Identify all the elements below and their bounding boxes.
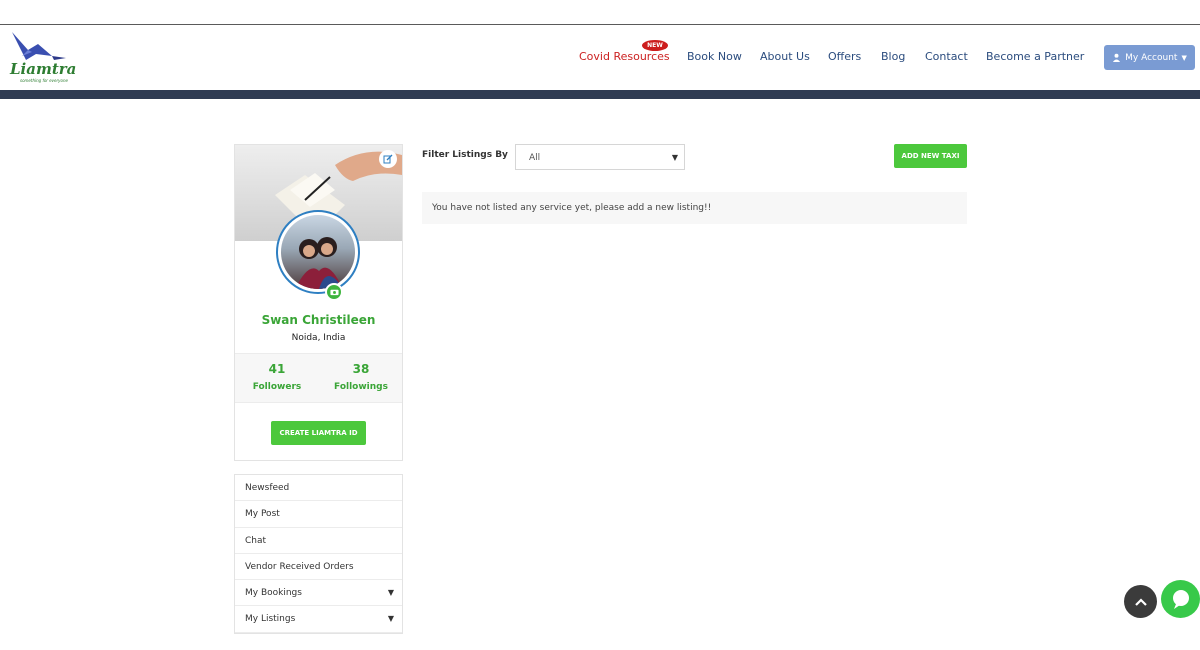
edit-icon: [383, 154, 393, 164]
avatar[interactable]: [276, 210, 360, 294]
my-account-button[interactable]: My Account ▼: [1104, 45, 1195, 70]
create-liamtra-id-button[interactable]: CREATE LIAMTRA ID: [271, 421, 366, 445]
chevron-down-icon: ▼: [387, 614, 394, 624]
followers-stat[interactable]: 41 Followers: [235, 362, 319, 392]
logo-text[interactable]: Liamtra: [10, 60, 76, 78]
profile-name: Swan Christileen: [261, 313, 376, 327]
sidebar-item-label: Newsfeed: [245, 483, 290, 493]
chevron-down-icon: ▼: [1181, 53, 1187, 62]
change-photo-button[interactable]: [325, 283, 343, 301]
sidebar-item-vendor-orders[interactable]: Vendor Received Orders: [235, 554, 402, 581]
nav-book-now[interactable]: Book Now: [687, 50, 742, 63]
add-new-taxi-button[interactable]: ADD NEW TAXI: [894, 144, 967, 168]
profile-card: Swan Christileen Noida, India 41 Followe…: [234, 144, 403, 461]
avatar-photo: [281, 215, 355, 289]
sidebar-item-newsfeed[interactable]: Newsfeed: [235, 475, 402, 502]
profile-location: Noida, India: [291, 333, 346, 343]
top-strip: [0, 0, 1200, 25]
chevron-down-icon: ▼: [387, 588, 394, 598]
header-band: [0, 90, 1200, 99]
followings-count: 38: [352, 362, 370, 376]
followings-label: Followings: [334, 382, 388, 392]
nav-contact[interactable]: Contact: [925, 50, 968, 63]
nav-blog[interactable]: Blog: [881, 50, 905, 63]
filter-label: Filter Listings By: [422, 150, 508, 160]
sidebar-item-label: My Post: [245, 509, 280, 520]
user-icon: [1113, 53, 1121, 62]
scroll-to-top-button[interactable]: [1124, 585, 1157, 618]
filter-selected-value: All: [529, 153, 541, 163]
sidebar-item-chat[interactable]: Chat: [235, 528, 402, 554]
nav-become-partner[interactable]: Become a Partner: [986, 50, 1084, 63]
nav-offers[interactable]: Offers: [828, 50, 861, 63]
my-account-label: My Account: [1125, 52, 1178, 63]
chat-widget-button[interactable]: [1161, 580, 1200, 618]
chat-bubble-icon: [1172, 590, 1189, 609]
chevron-up-icon: [1134, 597, 1147, 606]
profile-stats: 41 Followers 38 Followings: [235, 353, 402, 403]
sidebar-item-label: Chat: [245, 535, 267, 546]
nav-covid-resources[interactable]: Covid Resources: [579, 50, 670, 63]
sidebar-item-my-post[interactable]: My Post: [235, 501, 402, 528]
chevron-down-icon: ▼: [671, 153, 678, 162]
sidebar-menu: Newsfeed My Post Chat Vendor Received Or…: [234, 474, 403, 634]
edit-cover-button[interactable]: [379, 150, 397, 168]
nav-about-us[interactable]: About Us: [760, 50, 810, 63]
followers-label: Followers: [252, 382, 302, 392]
sidebar-item-my-listings[interactable]: My Listings ▼: [235, 606, 402, 633]
sidebar-item-label: Vendor Received Orders: [245, 561, 354, 572]
logo-tagline: something for everyone: [20, 78, 68, 83]
filter-listings-select[interactable]: All ▼: [515, 144, 685, 170]
followings-stat[interactable]: 38 Followings: [319, 362, 403, 392]
sidebar-item-my-bookings[interactable]: My Bookings ▼: [235, 580, 402, 607]
camera-icon: [329, 289, 339, 296]
followers-count: 41: [268, 362, 286, 376]
sidebar-item-label: My Listings: [245, 614, 296, 625]
sidebar-item-label: My Bookings: [245, 588, 302, 599]
empty-listings-message: You have not listed any service yet, ple…: [422, 192, 967, 224]
